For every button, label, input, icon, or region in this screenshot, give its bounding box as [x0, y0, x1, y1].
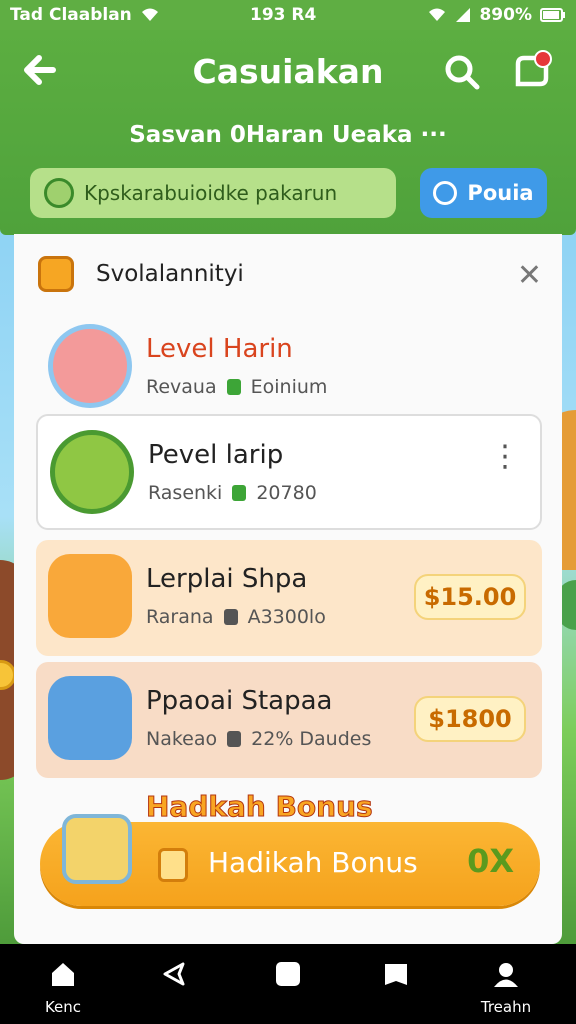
bonus-button-label: Hadikah Bonus: [208, 846, 418, 879]
item-meta-left: Rarana: [146, 606, 214, 628]
battery-icon: [540, 8, 565, 22]
item-meta: Revaua Eoinium: [146, 376, 327, 398]
item-name: Lerplai Shpa: [146, 564, 308, 594]
list-item[interactable]: Pevel larip Rasenki 20780 ⋮: [36, 414, 542, 530]
panel-title: Svolalannityi: [96, 261, 244, 287]
home-icon: [52, 963, 74, 986]
search-button[interactable]: [442, 52, 482, 92]
bonus-button[interactable]: Hadikah Bonus 0X: [40, 814, 540, 906]
list-item[interactable]: Ppaoai Stapaa Nakeao 22% Daudes $1800: [36, 662, 542, 778]
coin-icon: [232, 485, 247, 501]
shield-icon: [226, 379, 241, 395]
item-meta-left: Rasenki: [148, 482, 223, 504]
nav-back[interactable]: [145, 960, 205, 992]
battery-percent: 890%: [479, 5, 532, 25]
signal-icon: [456, 8, 471, 22]
wifi-icon: [429, 8, 446, 21]
list-item[interactable]: Level Harin Revaua Eoinium: [36, 310, 542, 426]
close-button[interactable]: ✕: [517, 258, 542, 293]
bottom-navigation: Kenc Treahn: [0, 944, 576, 1024]
notifications-button[interactable]: [510, 50, 554, 94]
kebab-menu-icon: ⋮: [490, 439, 520, 474]
safe-icon: [48, 554, 132, 638]
coins-button-label: Pouia: [467, 181, 534, 205]
status-bar: Tad Claablan 193 R4 890%: [0, 0, 576, 30]
promo-text: Kpskarabuioidke pakarun: [84, 181, 338, 205]
coins-button[interactable]: Pouia: [420, 168, 547, 218]
price-button[interactable]: $1800: [414, 696, 526, 742]
vault-icon: [62, 814, 132, 884]
notification-badge: [534, 50, 552, 68]
list-item[interactable]: Lerplai Shpa Rarana A3300lo $15.00: [36, 540, 542, 656]
clock: 193 R4: [250, 5, 317, 25]
nav-home-label: Kenc: [44, 998, 82, 1016]
item-name: Ppaoai Stapaa: [146, 686, 333, 716]
item-meta-right: A3300lo: [247, 606, 326, 628]
nav-team-label: Treahn: [480, 998, 532, 1016]
chat-icon: [44, 178, 74, 208]
bonus-multiplier: 0X: [467, 842, 514, 880]
avatar: [50, 430, 134, 514]
coin-stack-icon: [433, 181, 458, 205]
wifi-icon: [141, 8, 158, 21]
ticket-icon: [158, 848, 188, 882]
app-header: Casuiakan Sasvan 0Haran Ueaka ··· Kpskar…: [0, 30, 576, 235]
nav-home[interactable]: Kenc: [33, 960, 93, 1016]
shield-icon: [227, 731, 242, 747]
price-button[interactable]: $15.00: [414, 574, 526, 620]
carrier-name: Tad Claablan: [10, 5, 132, 25]
cup-icon: [38, 256, 74, 292]
close-icon: ✕: [516, 258, 542, 293]
tag-icon: [223, 609, 238, 625]
navigate-icon: [163, 962, 185, 986]
bonus-title: Hadkah Bonus: [146, 790, 374, 824]
rewards-panel: Svolalannityi ✕ Level Harin Revaua Eoini…: [14, 234, 562, 944]
item-meta: Rarana A3300lo: [146, 606, 326, 628]
avatar: [48, 324, 132, 408]
book-icon: [385, 964, 407, 985]
page-title: Casuiakan: [192, 52, 384, 91]
item-meta: Nakeao 22% Daudes: [146, 728, 371, 750]
nav-library[interactable]: [366, 960, 426, 992]
avatar: [48, 676, 132, 760]
item-meta: Rasenki 20780: [148, 482, 317, 504]
item-meta-right: 20780: [256, 482, 317, 504]
promo-banner[interactable]: Kpskarabuioidke pakarun: [30, 168, 396, 218]
square-icon: [276, 962, 300, 986]
search-icon: [445, 55, 480, 90]
item-meta-right: Eoinium: [250, 376, 328, 398]
panel-header: Svolalannityi: [38, 256, 244, 292]
more-options-button[interactable]: ⋮: [490, 442, 520, 472]
item-name: Level Harin: [146, 334, 293, 364]
item-meta-right: 22% Daudes: [251, 728, 372, 750]
header-subtitle: Sasvan 0Haran Ueaka ···: [129, 122, 447, 148]
nav-team[interactable]: Treahn: [476, 960, 536, 1016]
item-meta-left: Nakeao: [146, 728, 218, 750]
nav-home-square[interactable]: [258, 960, 318, 992]
item-name: Pevel larip: [148, 440, 284, 470]
profile-icon: [494, 963, 518, 987]
item-meta-left: Revaua: [146, 376, 217, 398]
